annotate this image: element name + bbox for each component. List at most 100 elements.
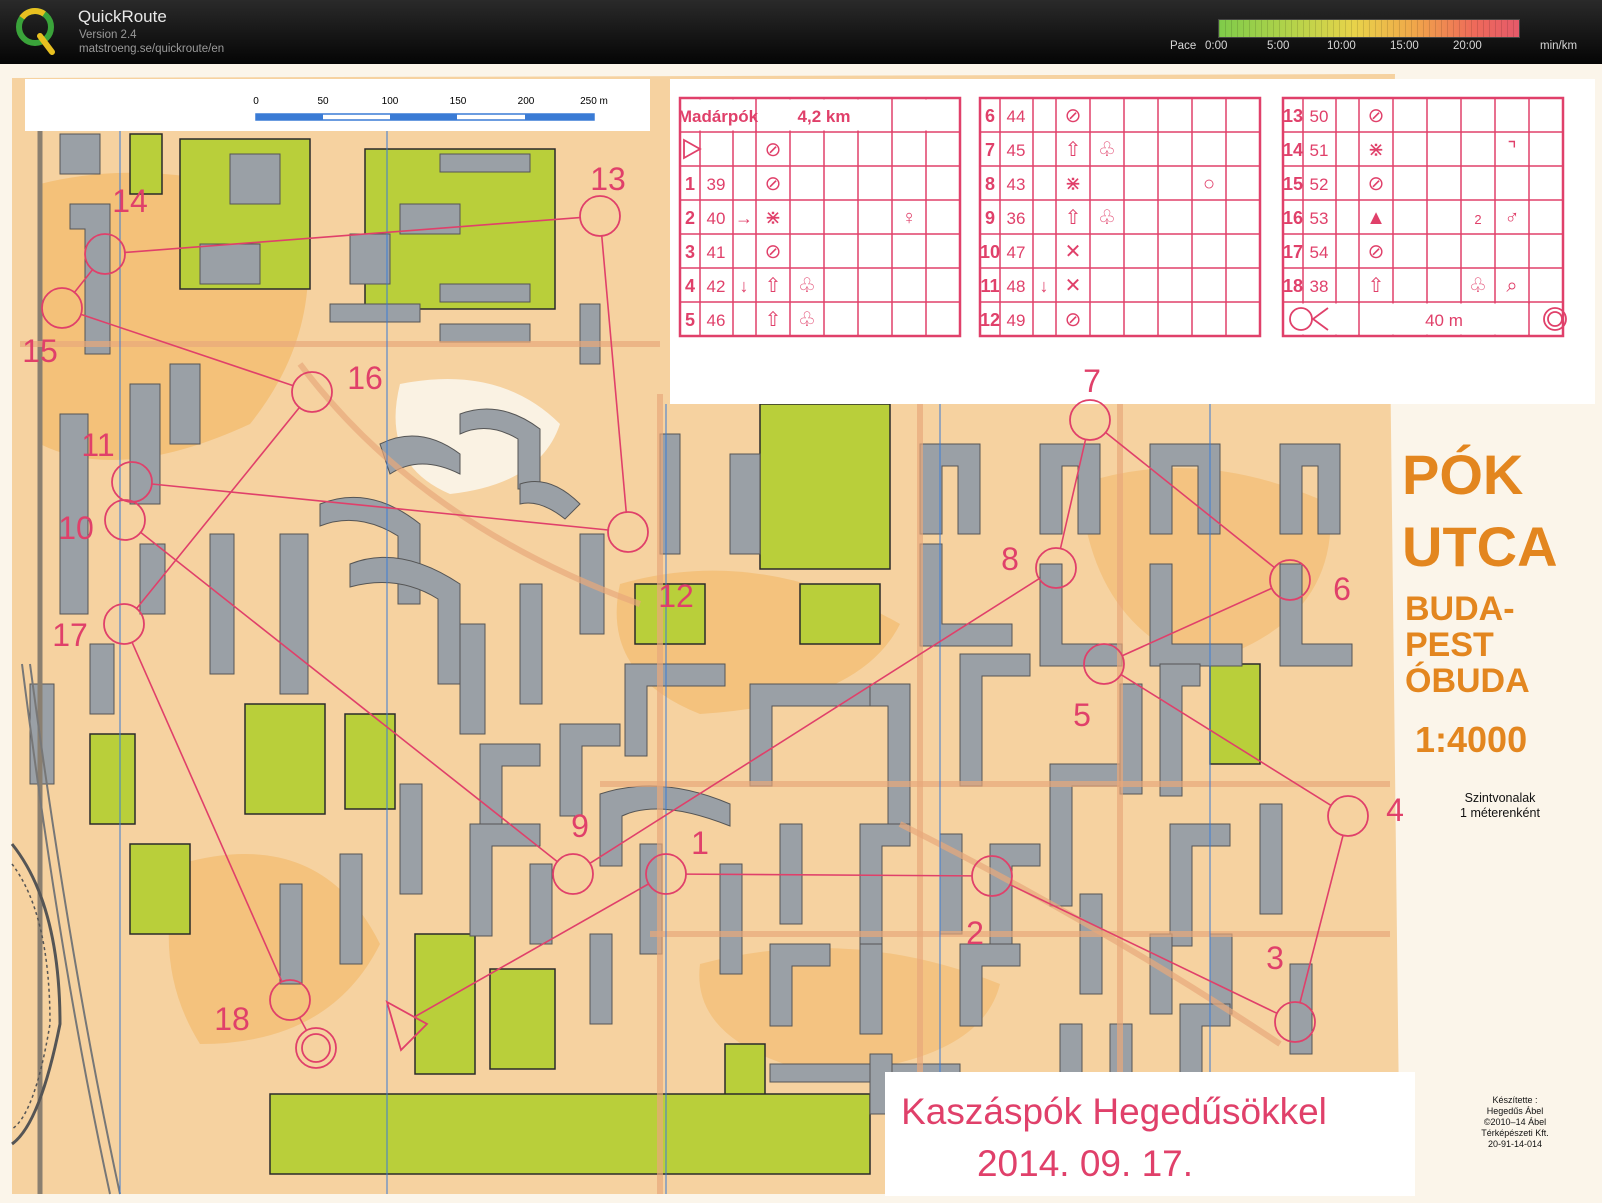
credit-line: Hegedűs Ábel <box>1487 1106 1544 1116</box>
control-label: 15 <box>22 333 58 369</box>
description-symbol: ⊘ <box>1368 241 1385 263</box>
map-title-line: PÓK <box>1402 443 1523 506</box>
credit-line: Térképészeti Kft. <box>1481 1128 1549 1138</box>
course-length: 4,2 km <box>798 107 851 126</box>
scale-tick: 100 <box>382 96 399 107</box>
control-code: 39 <box>707 175 726 194</box>
map-canvas[interactable]: 0 50 100 150 200 250 m 1 39 ⊘2 40 → ⋇ ♀3 41 ⊘4 42… <box>0 64 1602 1203</box>
control-number: 15 <box>1283 174 1303 194</box>
credit-line: 20-91-14-014 <box>1488 1139 1542 1149</box>
scale-tick: 200 <box>518 96 535 107</box>
scale-tick: 0 <box>253 96 259 107</box>
app-name: QuickRoute <box>78 7 167 26</box>
orienteering-map[interactable]: 0 50 100 150 200 250 m 1 39 ⊘ 2 40 → ⋇ ♀ 3 41 ⊘ 4 42… <box>0 64 1602 1203</box>
scale-tick: 150 <box>450 96 467 107</box>
control-label: 14 <box>112 183 148 219</box>
description-symbol: ⋇ <box>1368 139 1385 161</box>
app-version: Version 2.4 <box>79 29 137 41</box>
description-symbol: ⋇ <box>1065 173 1082 195</box>
map-location-line: ÓBUDA <box>1405 662 1530 700</box>
contour-note-line: Szintvonalak <box>1465 791 1537 805</box>
control-number: 14 <box>1283 140 1303 160</box>
description-symbol: ♧ <box>1098 207 1116 229</box>
control-code: 42 <box>707 277 726 296</box>
control-label: 16 <box>347 360 383 396</box>
control-number: 12 <box>980 310 1000 330</box>
description-symbol: ⌕ <box>1506 275 1517 297</box>
control-number: 18 <box>1283 276 1303 296</box>
control-code: 53 <box>1310 209 1329 228</box>
map-location-line: PEST <box>1405 626 1494 664</box>
control-code: 51 <box>1310 141 1329 160</box>
control-number: 5 <box>685 310 695 330</box>
map-title-line: UTCA <box>1402 515 1558 578</box>
pace-tick: 5:00 <box>1267 40 1290 52</box>
credit-line: ©2010–14 Ábel <box>1484 1117 1546 1127</box>
map-location-line: BUDA- <box>1405 590 1515 628</box>
control-number: 6 <box>985 106 995 126</box>
direction-arrow: ↓ <box>740 276 749 296</box>
control-label: 12 <box>658 578 694 614</box>
description-symbol: ⊘ <box>765 139 782 161</box>
finish-row-bg <box>1284 303 1562 335</box>
control-number: 17 <box>1283 242 1303 262</box>
control-number: 4 <box>685 276 695 296</box>
pace-tick: 20:00 <box>1453 40 1482 52</box>
description-symbol: 2 <box>1474 212 1481 227</box>
control-code: 54 <box>1310 243 1329 262</box>
description-symbol: ⇧ <box>765 309 782 331</box>
control-code: 41 <box>707 243 726 262</box>
pace-color-scale <box>1218 19 1520 38</box>
description-symbol: ▲ <box>1366 207 1386 229</box>
control-label: 18 <box>214 1001 250 1037</box>
control-number: 16 <box>1283 208 1303 228</box>
description-symbol: ♧ <box>1469 275 1487 297</box>
control-descriptions: 1 39 ⊘2 40 → ⋇ ♀3 41 ⊘4 42 ↓ ⇧ ♧5 46 ⇧ ♧Madárpók 4,2 km⊘… <box>670 79 1595 404</box>
contour-note-line: 1 méterenként <box>1460 806 1540 820</box>
description-symbol: ⇧ <box>1065 207 1082 229</box>
control-code: 46 <box>707 311 726 330</box>
control-number: 3 <box>685 242 695 262</box>
control-label: 17 <box>52 617 88 653</box>
control-code: 45 <box>1007 141 1026 160</box>
description-symbol: ♂ <box>1505 207 1520 229</box>
direction-arrow: → <box>735 208 753 228</box>
control-number: 7 <box>985 140 995 160</box>
app-url[interactable]: matstroeng.se/quickroute/en <box>79 43 224 55</box>
control-label: 3 <box>1266 940 1284 976</box>
control-label: 8 <box>1001 541 1019 577</box>
control-number: 1 <box>685 174 695 194</box>
scale-bar-panel <box>25 79 650 131</box>
description-symbol: ♧ <box>798 275 816 297</box>
pace-label: Pace <box>1170 40 1197 52</box>
control-label: 11 <box>81 427 114 463</box>
scale-tick: 50 <box>317 96 329 107</box>
control-code: 52 <box>1310 175 1329 194</box>
control-label: 10 <box>58 510 94 546</box>
description-symbol: ⇧ <box>1368 275 1385 297</box>
control-label: 13 <box>590 161 626 197</box>
control-number: 9 <box>985 208 995 228</box>
pace-unit: min/km <box>1540 40 1578 52</box>
control-code: 50 <box>1310 107 1329 126</box>
description-symbol: ⊘ <box>1065 105 1082 127</box>
pace-tick: 15:00 <box>1390 40 1419 52</box>
description-symbol: ⊘ <box>1368 105 1385 127</box>
credit-line: Készítette : <box>1492 1095 1537 1105</box>
control-number: 10 <box>980 242 1000 262</box>
description-symbol: ⊘ <box>765 241 782 263</box>
control-label: 2 <box>966 915 984 951</box>
pace-tick: 10:00 <box>1327 40 1356 52</box>
description-symbol: ♧ <box>1098 139 1116 161</box>
control-label: 9 <box>571 808 589 844</box>
control-number: 13 <box>1283 106 1303 126</box>
pace-tick: 0:00 <box>1205 40 1228 52</box>
control-code: 48 <box>1007 277 1026 296</box>
description-symbol: ⋇ <box>765 207 782 229</box>
control-code: 40 <box>707 209 726 228</box>
description-symbol: ⌝ <box>1507 139 1516 161</box>
direction-arrow: ↓ <box>1040 276 1049 296</box>
description-symbol: ♧ <box>798 309 816 331</box>
map-scale-label: 1:4000 <box>1415 719 1527 760</box>
control-code: 49 <box>1007 311 1026 330</box>
